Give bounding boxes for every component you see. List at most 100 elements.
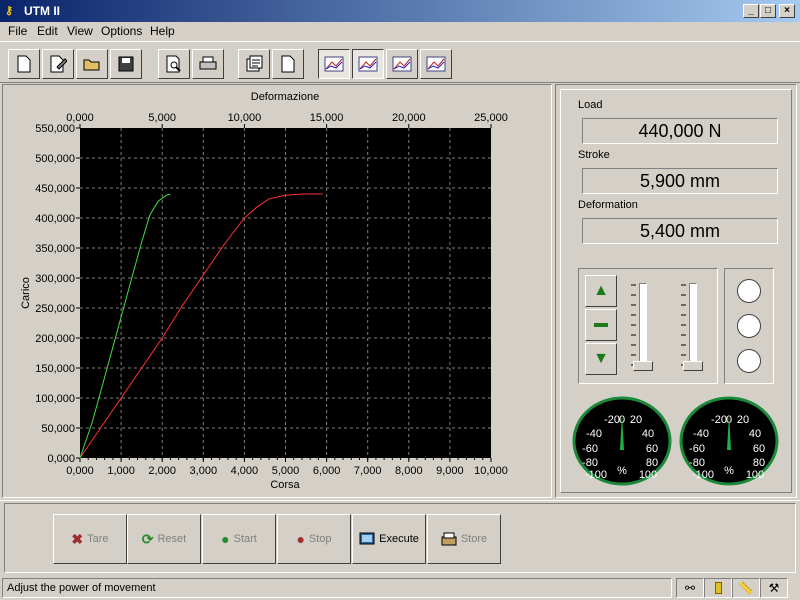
menu-file[interactable]: File bbox=[8, 24, 27, 38]
y-tick-label: 100,000 bbox=[35, 393, 75, 405]
deformation-readout: 5,400 mm bbox=[582, 218, 778, 244]
blank-page-button[interactable] bbox=[272, 49, 304, 79]
arrow-up-icon: ▲ bbox=[593, 282, 609, 299]
stop-label: Stop bbox=[308, 533, 332, 545]
x-tick-label: 7,000 bbox=[354, 465, 382, 477]
menu-options[interactable]: Options bbox=[101, 24, 142, 38]
stroke-label: Stroke bbox=[578, 149, 610, 161]
slider-right-ticks bbox=[681, 284, 686, 366]
slider-left-ticks bbox=[631, 284, 636, 366]
status-bar: Adjust the power of movement ⚯ 📏 ⚒ bbox=[0, 576, 800, 600]
tool-icon: ⚒ bbox=[760, 578, 788, 598]
edit-document-icon bbox=[50, 55, 67, 73]
load-readout: 440,000 N bbox=[582, 118, 778, 144]
cross-icon: ✖ bbox=[71, 530, 84, 547]
y-tick-label: 400,000 bbox=[35, 213, 75, 225]
load-label: Load bbox=[578, 99, 603, 111]
x-tick-label: 0,000 bbox=[66, 465, 94, 477]
gauge-label: 100 bbox=[639, 469, 657, 481]
stop-icon: ● bbox=[296, 531, 305, 547]
tare-button[interactable]: ✖ Tare bbox=[53, 514, 127, 564]
x-top-tick-label: 20,000 bbox=[392, 112, 426, 124]
properties-button[interactable] bbox=[238, 49, 270, 79]
properties-icon bbox=[246, 55, 263, 72]
speed-slider-right-thumb[interactable] bbox=[683, 361, 703, 371]
load-stroke-chart: 0,000 50,000 100,000 150,000 200,000 250,000 3… bbox=[20, 91, 508, 491]
speed-slider-left-track[interactable] bbox=[639, 283, 647, 369]
y-tick-label: 250,000 bbox=[35, 303, 75, 315]
indicator-light-2[interactable] bbox=[737, 314, 761, 338]
status-message: Adjust the power of movement bbox=[2, 578, 672, 598]
open-folder-button[interactable] bbox=[76, 49, 108, 79]
gauge-label: % bbox=[724, 465, 734, 477]
move-down-button[interactable]: ▼ bbox=[585, 343, 617, 375]
graph-3-button[interactable] bbox=[386, 49, 418, 79]
gauge-label: 100 bbox=[746, 469, 764, 481]
gauge-label: 20 bbox=[630, 414, 642, 426]
gauge-label: 60 bbox=[646, 443, 658, 455]
y-tick-label: 450,000 bbox=[35, 183, 75, 195]
gauge-label: -80 bbox=[689, 457, 705, 469]
graph-2-button[interactable] bbox=[352, 49, 384, 79]
tare-label: Tare bbox=[87, 533, 109, 545]
menu-edit[interactable]: Edit bbox=[37, 24, 58, 38]
reset-button[interactable]: ⟳ Reset bbox=[127, 514, 201, 564]
x-top-tick-label: 0,000 bbox=[66, 112, 94, 124]
readout-panel-inner: Load 440,000 N Stroke 5,900 mm Deformati… bbox=[560, 89, 792, 493]
y-tick-label: 50,000 bbox=[41, 423, 75, 435]
store-button[interactable]: Store bbox=[427, 514, 501, 564]
maximize-button[interactable]: □ bbox=[760, 4, 776, 18]
x-bottom-axis-label: Corsa bbox=[270, 479, 300, 491]
minimize-button[interactable]: _ bbox=[743, 4, 759, 18]
print-preview-button[interactable] bbox=[158, 49, 190, 79]
indicator-box bbox=[724, 268, 774, 384]
start-button[interactable]: ● Start bbox=[202, 514, 276, 564]
close-button[interactable]: × bbox=[779, 4, 795, 18]
x-tick-label: 1,000 bbox=[107, 465, 135, 477]
gauge-label: 80 bbox=[753, 457, 765, 469]
gauge-label: -60 bbox=[689, 443, 705, 455]
chart-panel: 0,000 50,000 100,000 150,000 200,000 250,000 3… bbox=[2, 84, 552, 498]
menu-bar: File Edit View Options Help bbox=[0, 22, 800, 40]
graph-icon bbox=[392, 56, 412, 72]
menu-help[interactable]: Help bbox=[150, 24, 175, 38]
x-tick-label: 3,000 bbox=[190, 465, 218, 477]
ruler-icon: 📏 bbox=[732, 578, 760, 598]
x-top-tick-label: 25,000 bbox=[474, 112, 508, 124]
new-document-button[interactable] bbox=[8, 49, 40, 79]
folder-open-icon bbox=[83, 59, 100, 71]
print-button[interactable] bbox=[192, 49, 224, 79]
gauge-label: 20 bbox=[737, 414, 749, 426]
move-stop-button[interactable] bbox=[585, 309, 617, 341]
window-title: UTM II bbox=[24, 4, 60, 18]
execute-button[interactable]: Execute bbox=[352, 514, 426, 564]
graph-1-button[interactable] bbox=[318, 49, 350, 79]
gauge-label: % bbox=[617, 465, 627, 477]
x-tick-label: 8,000 bbox=[395, 465, 423, 477]
gauge-label: -100 bbox=[585, 469, 607, 481]
stroke-readout: 5,900 mm bbox=[582, 168, 778, 194]
x-top-tick-label: 10,000 bbox=[228, 112, 262, 124]
indicator-light-3[interactable] bbox=[737, 349, 761, 373]
gauge-label: -100 bbox=[692, 469, 714, 481]
gauge-label: -40 bbox=[693, 428, 709, 440]
right-gauge: -20 0 20 -40 40 -60 60 -80 80 -100 % 100 bbox=[679, 396, 779, 486]
speed-slider-right-track[interactable] bbox=[689, 283, 697, 369]
move-up-button[interactable]: ▲ bbox=[585, 275, 617, 307]
x-tick-label: 9,000 bbox=[436, 465, 464, 477]
title-bar[interactable]: ⚷ UTM II _ □ × bbox=[0, 0, 800, 22]
save-button[interactable] bbox=[110, 49, 142, 79]
edit-document-button[interactable] bbox=[42, 49, 74, 79]
y-tick-label: 0,000 bbox=[47, 453, 75, 465]
new-document-icon bbox=[17, 55, 31, 73]
connection-status-icon: ⚯ bbox=[676, 578, 704, 598]
refresh-icon: ⟳ bbox=[141, 530, 154, 547]
graph-4-button[interactable] bbox=[420, 49, 452, 79]
speed-slider-left-thumb[interactable] bbox=[633, 361, 653, 371]
gauge-label: -40 bbox=[586, 428, 602, 440]
menu-view[interactable]: View bbox=[67, 24, 93, 38]
indicator-light-1[interactable] bbox=[737, 279, 761, 303]
graph-icon bbox=[358, 56, 378, 72]
stop-button[interactable]: ● Stop bbox=[277, 514, 351, 564]
floppy-disk-icon bbox=[118, 56, 134, 72]
